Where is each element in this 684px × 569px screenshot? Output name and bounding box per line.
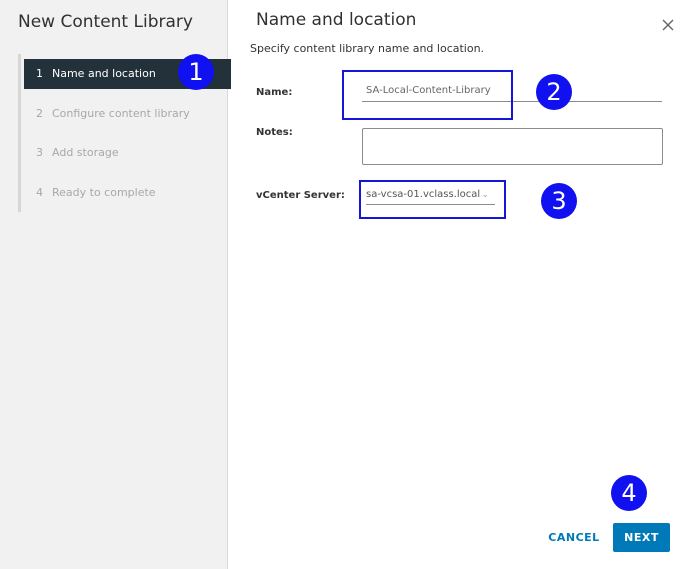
step-ready-to-complete[interactable]: 4 Ready to complete [24,178,231,208]
step-add-storage[interactable]: 3 Add storage [24,138,231,168]
notes-input[interactable] [362,128,663,165]
name-input[interactable] [362,80,662,102]
vcenter-server-select[interactable]: sa-vcsa-01.vclass.local ⌄ [366,186,495,205]
step-label: Name and location [52,67,156,80]
name-label: Name: [256,87,293,98]
vcenter-server-value: sa-vcsa-01.vclass.local [366,189,481,200]
callout-badge-1: 1 [178,54,214,90]
chevron-down-icon: ⌄ [481,190,489,200]
cancel-button[interactable]: CANCEL [546,524,602,552]
vcenter-server-label: vCenter Server: [256,190,345,201]
step-label: Add storage [52,146,119,159]
step-number: 1 [36,67,43,80]
next-button[interactable]: NEXT [613,523,670,552]
close-icon [662,19,674,31]
callout-badge-2: 2 [536,74,572,110]
callout-badge-4: 4 [611,475,647,511]
step-configure-content-library[interactable]: 2 Configure content library [24,99,231,129]
callout-badge-3: 3 [541,183,577,219]
step-label: Configure content library [52,107,190,120]
close-button[interactable] [659,16,677,34]
wizard-title: New Content Library [18,12,193,32]
step-number: 2 [36,107,43,120]
step-number: 4 [36,186,43,199]
page-subtitle: Specify content library name and locatio… [250,42,485,55]
notes-label: Notes: [256,127,293,138]
page-title: Name and location [256,10,417,30]
step-label: Ready to complete [52,186,156,199]
step-number: 3 [36,146,43,159]
